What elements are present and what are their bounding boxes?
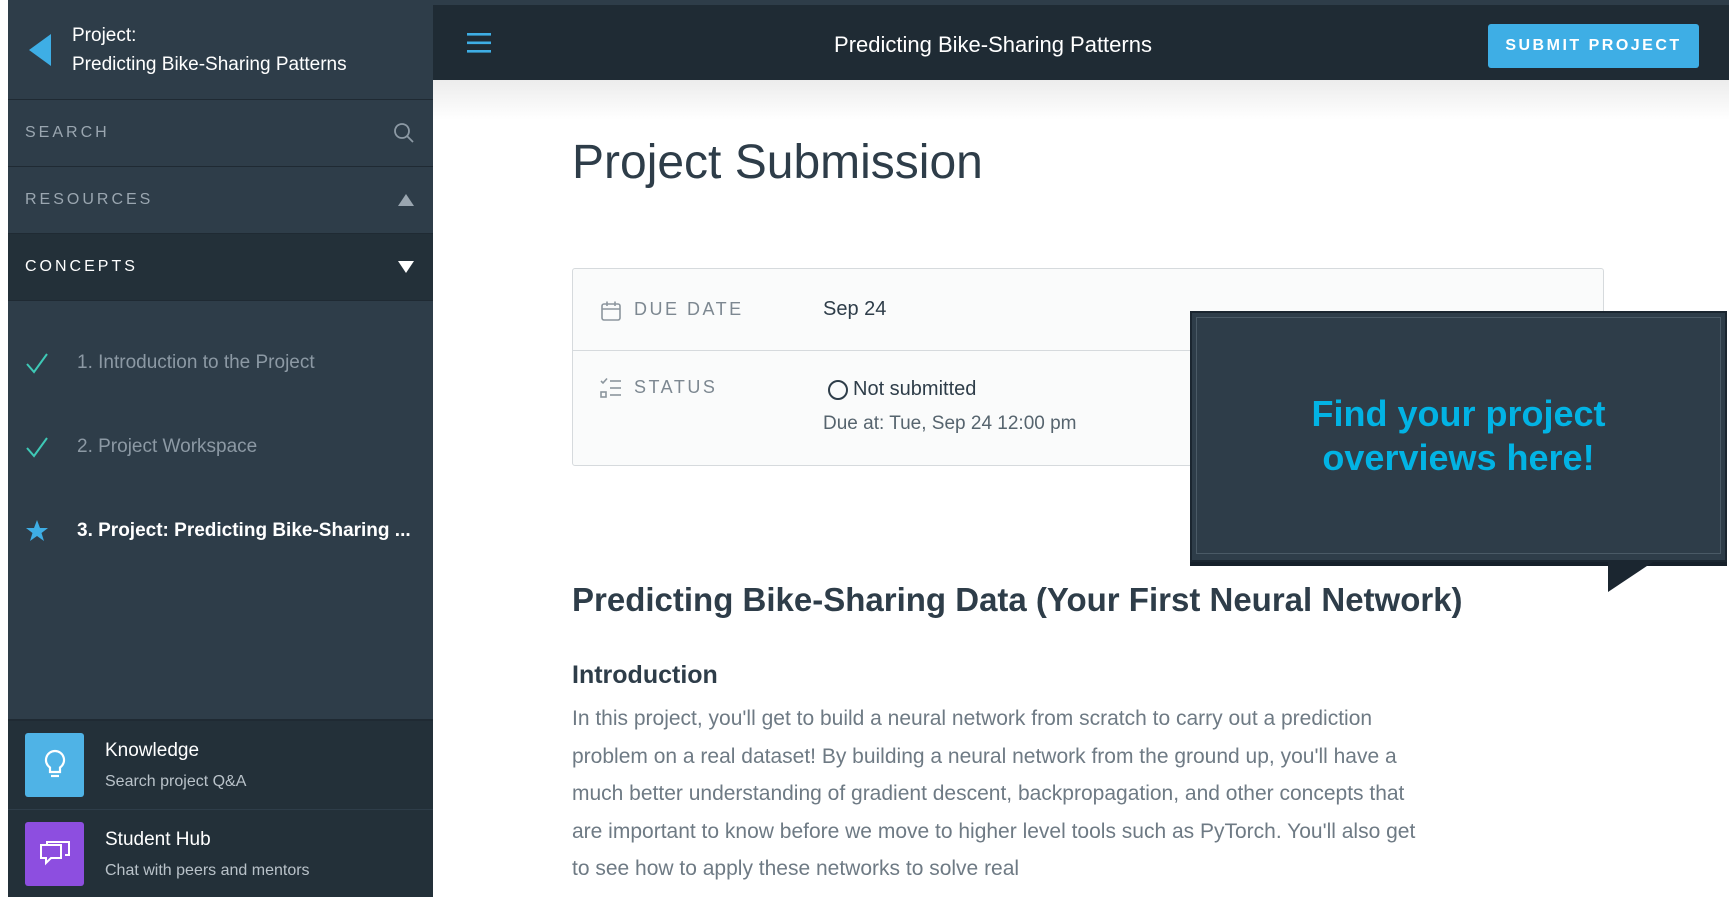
student-hub-title: Student Hub [105,828,211,850]
resources-label: RESOURCES [25,191,154,208]
project-label: Project: [72,24,137,46]
header-shadow [433,80,1729,120]
student-hub-link[interactable]: Student Hub Chat with peers and mentors [8,809,433,897]
checklist-icon [600,377,621,398]
star-icon [25,516,61,546]
search-icon[interactable] [393,122,415,144]
main-title: Project Submission [572,136,983,189]
concepts-label: CONCEPTS [25,258,138,275]
lesson-label: 3. Project: Predicting Bike-Sharing ... [77,520,411,541]
lesson-label: 2. Project Workspace [77,436,258,457]
calendar-icon [601,301,621,321]
status-label: STATUS [634,377,718,397]
sidebar-header: Project: Predicting Bike-Sharing Pattern… [8,0,433,100]
tooltip-tail [1608,560,1656,592]
project-name: Predicting Bike-Sharing Patterns [72,53,347,75]
check-icon [25,348,61,378]
submit-project-button[interactable]: SUBMIT PROJECT [1488,24,1699,68]
section-title: Predicting Bike-Sharing Data (Your First… [572,581,1463,618]
check-icon [25,432,61,462]
search-row[interactable]: SEARCH [8,100,433,167]
due-date-value: Sep 24 [823,298,887,320]
page-title: Predicting Bike-Sharing Patterns [834,32,1152,57]
status-indicator: Not submitted [828,378,976,401]
due-date-label: DUE DATE [634,299,744,319]
tooltip-text: Find your project overviews here! [1311,392,1606,478]
chevron-down-icon [398,261,414,273]
chat-icon [25,821,84,886]
chevron-up-icon [398,194,414,206]
sidebar-tools: Knowledge Search project Q&A Student Hub… [8,719,433,897]
student-hub-subtitle: Chat with peers and mentors [105,861,310,879]
knowledge-link[interactable]: Knowledge Search project Q&A [8,721,433,809]
knowledge-title: Knowledge [105,740,200,761]
lightbulb-icon [25,733,84,797]
lesson-label: 1. Introduction to the Project [77,352,315,373]
top-bar: Predicting Bike-Sharing Patterns SUBMIT … [433,5,1729,80]
empty-circle-icon [828,379,848,400]
lesson-item[interactable]: 1. Introduction to the Project [8,321,433,405]
back-button[interactable] [8,0,72,100]
search-input[interactable]: SEARCH [25,124,110,142]
sidebar-project-title: Project: Predicting Bike-Sharing Pattern… [72,21,347,79]
lesson-item-current[interactable]: 3. Project: Predicting Bike-Sharing ... [8,489,433,573]
lesson-item[interactable]: 2. Project Workspace [8,405,433,489]
knowledge-subtitle: Search project Q&A [105,773,247,790]
intro-paragraph: In this project, you'll get to build a n… [572,707,1416,880]
tour-tooltip[interactable]: Find your project overviews here! [1190,311,1727,562]
resources-toggle[interactable]: RESOURCES [8,167,433,234]
due-at-text: Due at: Tue, Sep 24 12:00 pm [823,413,1077,434]
concepts-toggle[interactable]: CONCEPTS [8,234,433,301]
lesson-list: 1. Introduction to the Project 2. Projec… [8,301,433,573]
status-value: Not submitted [853,378,977,400]
back-arrow-icon [29,33,51,66]
sidebar: Project: Predicting Bike-Sharing Pattern… [8,0,433,897]
tooltip-inner: Find your project overviews here! [1196,317,1721,554]
intro-heading: Introduction [572,661,718,689]
